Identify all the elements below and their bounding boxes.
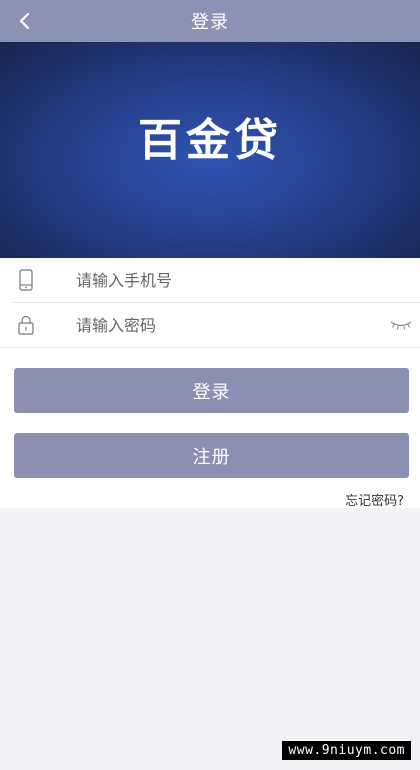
eye-closed-icon[interactable] [390,317,412,333]
password-input[interactable] [76,311,376,339]
register-button[interactable]: 注册 [14,433,409,478]
password-row [0,303,420,347]
lock-icon [16,313,36,337]
login-button[interactable]: 登录 [14,368,409,413]
forgot-password-link[interactable]: 忘记密码? [345,490,404,509]
phone-input[interactable] [76,266,376,294]
divider [0,347,420,348]
watermark: www.9niuym.com [282,741,411,760]
login-form: 登录 注册 忘记密码? [0,258,420,509]
phone-icon [16,268,36,292]
brand-name: 百金贷 [138,115,282,166]
top-bar: 登录 [0,0,420,42]
phone-row [0,258,420,302]
page-title: 登录 [191,12,229,33]
hero-banner: 百金贷 [0,42,420,258]
